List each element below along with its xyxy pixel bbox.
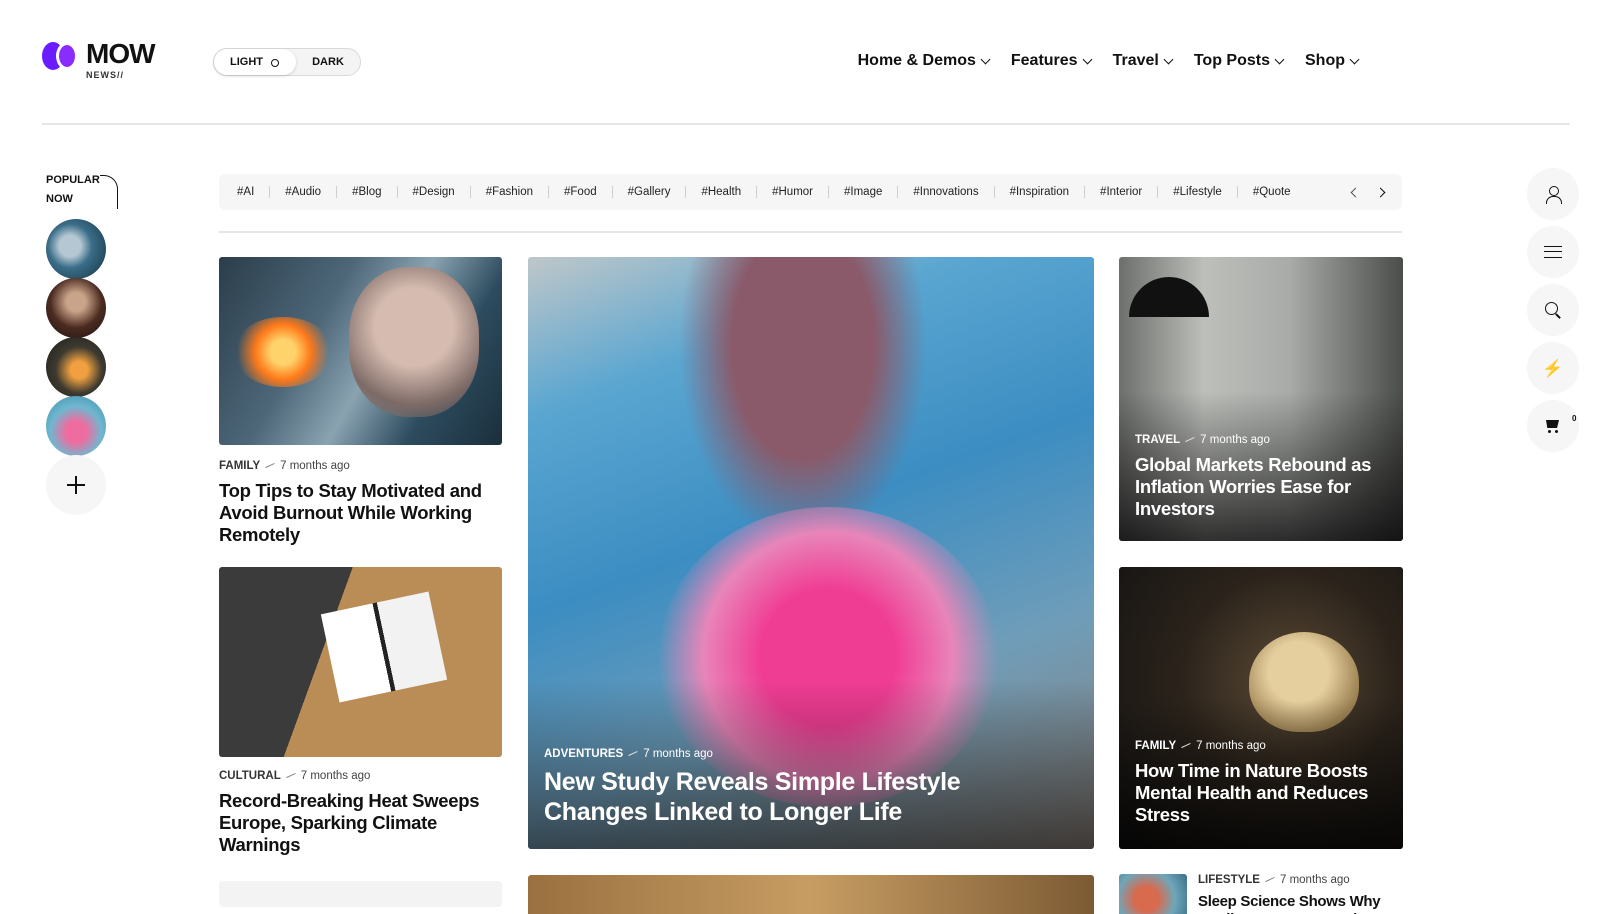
article-title[interactable]: Global Markets Rebound as Inflation Worr… [1135,454,1385,520]
menu-button[interactable] [1527,226,1579,278]
popular-now: POPULAR NOW [46,171,136,515]
article-meta: LIFESTYLE 7 months ago [1198,874,1350,886]
tag-link[interactable]: #Fashion [486,186,533,198]
article-image[interactable] [219,567,502,757]
time-label: 7 months ago [300,770,371,782]
logo-subtitle: NEWS// [86,70,125,80]
tag-bar: #AI #Audio #Blog #Design #Fashion #Food … [219,174,1402,210]
time-label: 7 months ago [643,748,713,760]
article-image[interactable] [528,875,1094,914]
chevron-right-icon[interactable] [1375,187,1386,197]
tag-link[interactable]: #Quote [1253,186,1291,198]
site-logo[interactable]: MOW NEWS// [42,38,156,80]
popular-story-avatar[interactable] [46,337,106,397]
tag-link[interactable]: #Interior [1100,186,1142,198]
theme-light-label: LIGHT [230,56,263,68]
nav-features[interactable]: Features [1011,52,1093,70]
site-header: MOW NEWS// LIGHT DARK Home & Demos Featu… [0,0,1613,124]
theme-toggle[interactable]: LIGHT DARK [213,48,361,76]
tag-link[interactable]: #Innovations [913,186,978,198]
trending-button[interactable]: ⚡ [1527,342,1579,394]
article-meta: FAMILY 7 months ago [1135,740,1266,752]
tag-link[interactable]: #Inspiration [1010,186,1069,198]
article-image[interactable] [219,257,502,445]
category-label[interactable]: CULTURAL [219,770,281,782]
category-label[interactable]: FAMILY [1135,740,1176,752]
article-title[interactable]: Record-Breaking Heat Sweeps Europe, Spar… [219,790,502,856]
tag-link[interactable]: #Gallery [628,186,671,198]
time-label: 7 months ago [280,460,350,472]
article-thumbnail[interactable] [1119,874,1187,914]
chevron-down-icon [1349,54,1360,64]
time-label: 7 months ago [1279,874,1350,886]
chevron-down-icon [1274,54,1285,64]
article-meta: TRAVEL 7 months ago [1135,434,1270,446]
nav-top-posts[interactable]: Top Posts [1194,52,1285,70]
header-divider [42,123,1570,125]
chevron-down-icon [980,54,991,64]
loading-placeholder [219,881,502,907]
category-label[interactable]: LIFESTYLE [1198,874,1260,886]
tag-link[interactable]: #AI [237,186,254,198]
nav-home-demos[interactable]: Home & Demos [858,52,991,70]
logo-word: MOW [86,38,156,69]
nav-travel[interactable]: Travel [1113,52,1174,70]
menu-icon [1544,246,1562,258]
search-icon [1545,302,1561,318]
user-icon [1545,186,1562,204]
cart-icon [1544,418,1562,434]
separator-icon [1265,877,1275,883]
logo-mark-icon [42,42,80,72]
chevron-down-icon [1082,54,1093,64]
separator-icon [265,463,275,469]
theme-light-option[interactable]: LIGHT [214,49,296,75]
separator-icon [1185,437,1195,443]
tag-divider [219,231,1402,233]
featured-meta: ADVENTURES 7 months ago [544,748,713,760]
cart-button[interactable] [1527,400,1579,452]
theme-dark-option[interactable]: DARK [296,56,360,68]
featured-article-image[interactable] [528,257,1094,849]
tag-link[interactable]: #Image [844,186,882,198]
lightning-icon: ⚡ [1542,358,1564,378]
article-meta: FAMILY 7 months ago [219,460,350,472]
separator-icon [628,751,639,757]
account-button[interactable] [1527,168,1579,220]
featured-article-title[interactable]: New Study Reveals Simple Lifestyle Chang… [544,767,1064,827]
separator-icon [285,773,296,779]
cart-count-badge: 0 [1572,414,1577,423]
popular-story-avatar[interactable] [46,278,106,338]
tag-link[interactable]: #Audio [285,186,321,198]
main-nav: Home & Demos Features Travel Top Posts S… [858,52,1360,70]
article-title[interactable]: Top Tips to Stay Motivated and Avoid Bur… [219,480,502,546]
curved-arrow-icon [100,175,118,209]
add-story-button[interactable] [46,455,106,515]
popular-story-avatar[interactable] [46,219,106,279]
category-label[interactable]: ADVENTURES [544,748,623,760]
sun-icon [268,56,280,68]
plus-icon [67,476,85,494]
chevron-down-icon [1163,54,1174,64]
tag-link[interactable]: #Design [413,186,455,198]
time-label: 7 months ago [1200,434,1270,446]
tag-link[interactable]: #Humor [772,186,813,198]
category-label[interactable]: TRAVEL [1135,434,1180,446]
nav-shop[interactable]: Shop [1305,52,1360,70]
tag-link[interactable]: #Blog [352,186,381,198]
popular-label: POPULAR NOW [46,174,100,205]
popular-story-avatar[interactable] [46,396,106,456]
search-button[interactable] [1527,284,1579,336]
time-label: 7 months ago [1196,740,1266,752]
chevron-left-icon[interactable] [1350,187,1361,197]
tag-link[interactable]: #Lifestyle [1173,186,1222,198]
category-label[interactable]: FAMILY [219,460,260,472]
tag-link[interactable]: #Food [564,186,597,198]
article-title[interactable]: Sleep Science Shows Why Quality Matters … [1198,893,1398,914]
article-title[interactable]: How Time in Nature Boosts Mental Health … [1135,760,1385,826]
article-meta: CULTURAL 7 months ago [219,770,370,782]
separator-icon [1181,743,1191,749]
tag-link[interactable]: #Health [701,186,741,198]
